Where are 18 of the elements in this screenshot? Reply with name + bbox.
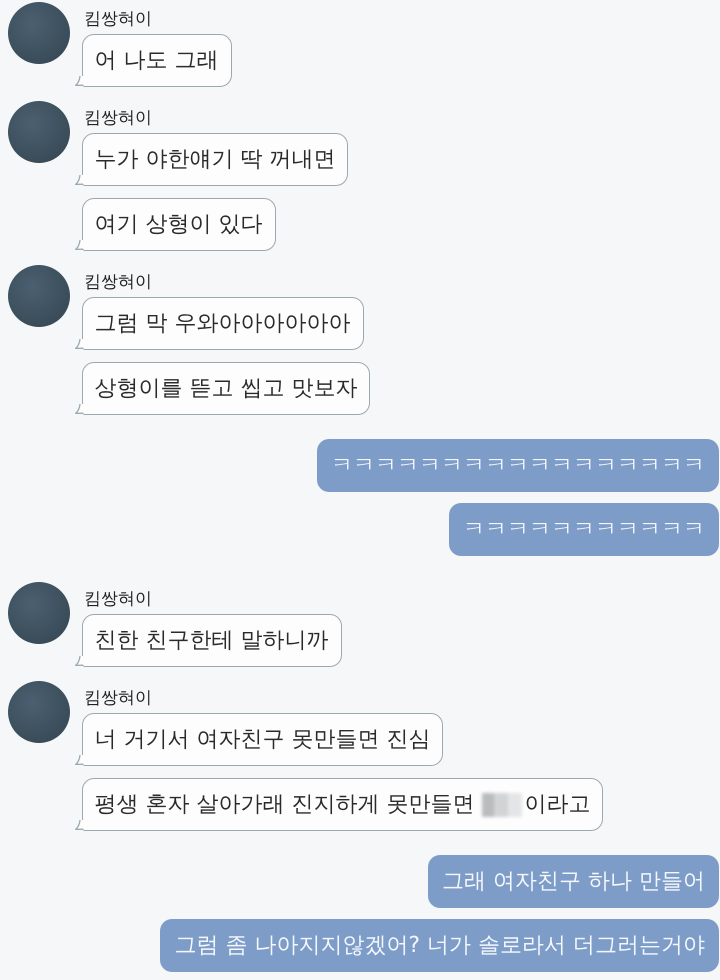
- sender-name: 킴쌍혀이: [84, 8, 152, 30]
- message-bubble: 누가 야한얘기 딱 꺼내면: [82, 133, 348, 186]
- message-bubble: 친한 친구한테 말하니까: [82, 614, 342, 667]
- sender-name: 킴쌍혀이: [84, 687, 152, 709]
- message-text: 이라고: [524, 791, 590, 818]
- message-bubble: 어 나도 그래: [82, 34, 232, 87]
- message-bubble: 상형이를 뜯고 씹고 맛보자: [82, 362, 370, 415]
- message-bubble: ㅋㅋㅋㅋㅋㅋㅋㅋㅋㅋㅋㅋㅋㅋㅋㅋㅋ: [317, 439, 719, 492]
- message-bubble: 여기 상형이 있다: [82, 198, 276, 251]
- sender-name: 킴쌍혀이: [84, 271, 152, 293]
- sender-name: 킴쌍혀이: [84, 107, 152, 129]
- message-bubble: 그럼 막 우와아아아아아아: [82, 297, 364, 350]
- message-bubble: 그래 여자친구 하나 만들어: [428, 855, 719, 908]
- message-bubble: 너 거기서 여자친구 못만들면 진심: [82, 713, 444, 766]
- message-bubble: 그럼 좀 나아지지않겠어? 너가 솔로라서 더그러는거야: [160, 919, 719, 972]
- sender-name: 킴쌍혀이: [84, 588, 152, 610]
- message-bubble: ㅋㅋㅋㅋㅋㅋㅋㅋㅋㅋㅋ: [449, 503, 719, 556]
- message-text: 평생 혼자 살아가래 진지하게 못만들면: [94, 791, 474, 818]
